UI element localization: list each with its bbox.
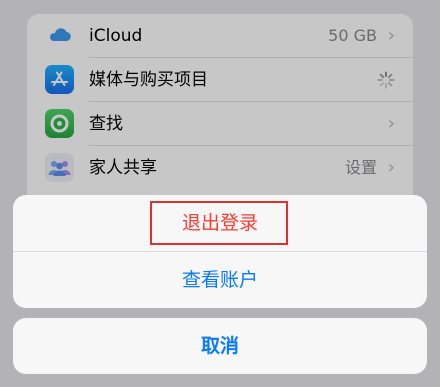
action-sheet: 退出登录 查看账户	[13, 195, 427, 308]
cancel-button[interactable]: 取消	[13, 318, 427, 374]
view-account-button[interactable]: 查看账户	[13, 252, 427, 308]
highlight-box	[150, 201, 288, 245]
screen: iCloud 50 GB › 媒体与购买项目 查找 › 家人共享 设置 › 退出…	[0, 0, 440, 387]
